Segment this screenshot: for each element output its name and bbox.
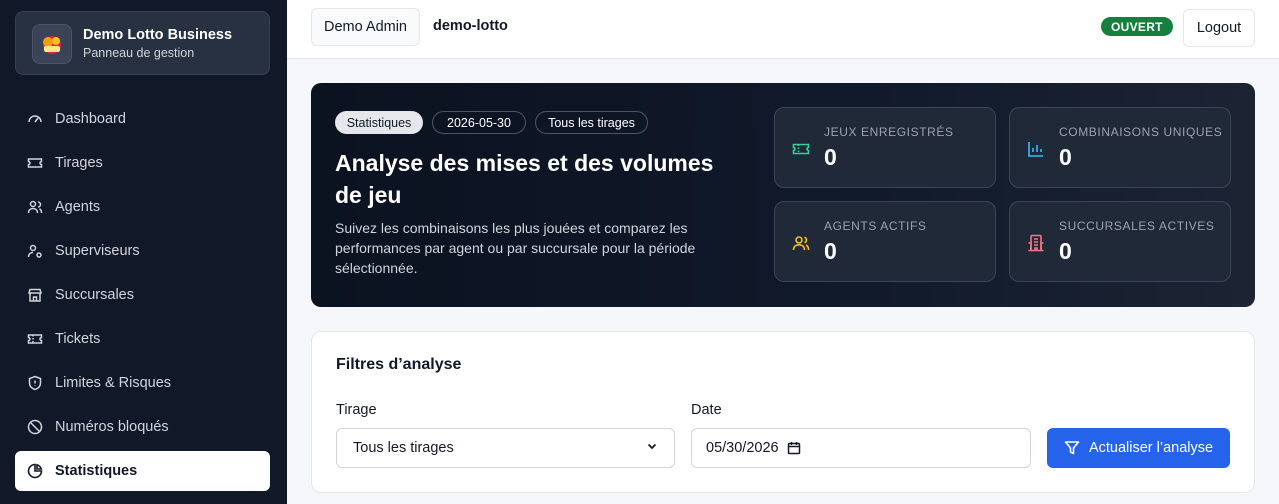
stat-value: 0 [1059, 144, 1072, 170]
stat-label: SUCCURSALES ACTIVES [1059, 219, 1215, 233]
page-description: Suivez les combinaisons les plus jouées … [335, 220, 696, 276]
ticket-icon [27, 331, 43, 347]
chevron-down-icon [646, 440, 658, 456]
pie-chart-icon [27, 463, 43, 479]
ban-icon [27, 419, 43, 435]
building-icon [1027, 234, 1045, 252]
stat-label: AGENTS ACTIFS [824, 219, 927, 233]
stat-value: 0 [1059, 238, 1072, 264]
brand-subtitle: Panneau de gestion [83, 46, 195, 60]
brand-title: Demo Lotto Business [83, 27, 233, 43]
sidebar-item-limites-risques[interactable]: Limites & Risques [15, 363, 270, 403]
brand-card[interactable]: Demo Lotto Business Panneau de gestion [15, 11, 270, 75]
sidebar-item-label: Numéros bloqués [55, 419, 169, 435]
stat-value: 0 [824, 144, 837, 170]
sidebar-item-label: Agents [55, 199, 101, 215]
refresh-analysis-button[interactable]: Actualiser l’analyse [1047, 428, 1230, 468]
sidebar-item-tickets[interactable]: Tickets [15, 319, 270, 359]
stat-card-succursales: SUCCURSALES ACTIVES 0 [1009, 201, 1231, 282]
pill-section: Statistiques [335, 111, 423, 134]
stat-label: COMBINAISONS UNIQUES [1059, 125, 1223, 139]
stats-hero: Statistiques 2026-05-30 Tous les tirages… [311, 83, 1255, 307]
date-input-value: 05/30/2026 [706, 440, 779, 456]
sidebar-item-label: Superviseurs [55, 243, 140, 259]
sidebar-item-statistiques[interactable]: Statistiques [15, 451, 270, 491]
sidebar-item-agents[interactable]: Agents [15, 187, 270, 227]
tirage-select-value: Tous les tirages [353, 440, 454, 456]
users-icon [792, 234, 810, 252]
calendar-icon[interactable] [787, 441, 801, 455]
tirage-label: Tirage [336, 402, 377, 418]
ticket-icon [792, 140, 810, 158]
sidebar-item-label: Dashboard [55, 111, 126, 127]
bar-chart-icon [1027, 140, 1045, 158]
brand-logo [32, 24, 72, 64]
stat-card-combinaisons: COMBINAISONS UNIQUES 0 [1009, 107, 1231, 188]
pill-tirage: Tous les tirages [535, 111, 648, 134]
sidebar-item-label: Limites & Risques [55, 375, 172, 391]
sidebar-item-tirages[interactable]: Tirages [15, 143, 270, 183]
sidebar-item-label: Tickets [55, 331, 101, 347]
store-icon [27, 287, 43, 303]
sidebar-item-dashboard[interactable]: Dashboard [15, 99, 270, 139]
admin-menu-button[interactable]: Demo Admin [311, 8, 420, 46]
filters-card: Filtres d’analyse Tirage Tous les tirage… [311, 331, 1255, 493]
sidebar: Demo Lotto Business Panneau de gestion D… [0, 0, 287, 504]
ticket-icon [27, 155, 43, 171]
stat-label: JEUX ENREGISTRÉS [824, 125, 954, 139]
tirage-select[interactable]: Tous les tirages [336, 428, 675, 468]
status-badge: OUVERT [1101, 17, 1173, 36]
sidebar-item-label: Statistiques [55, 463, 138, 479]
filters-title: Filtres d’analyse [336, 356, 462, 373]
stat-card-agents: AGENTS ACTIFS 0 [774, 201, 996, 282]
stat-card-jeux: JEUX ENREGISTRÉS 0 [774, 107, 996, 188]
stat-value: 0 [824, 238, 837, 264]
filter-icon [1064, 440, 1080, 456]
organization-name: demo-lotto [433, 18, 508, 34]
refresh-analysis-label: Actualiser l’analyse [1088, 440, 1214, 456]
date-label: Date [691, 402, 722, 418]
gauge-icon [27, 111, 43, 127]
sidebar-item-superviseurs[interactable]: Superviseurs [15, 231, 270, 271]
topbar: Demo Admin demo-lotto OUVERT Logout [287, 0, 1279, 59]
pill-date: 2026-05-30 [432, 111, 526, 134]
sidebar-item-numeros-bloques[interactable]: Numéros bloqués [15, 407, 270, 447]
users-icon [27, 199, 43, 215]
logout-button[interactable]: Logout [1183, 9, 1255, 47]
sidebar-item-label: Tirages [55, 155, 103, 171]
shield-icon [27, 375, 43, 391]
user-cog-icon [27, 243, 43, 259]
date-input[interactable]: 05/30/2026 [691, 428, 1031, 468]
sidebar-item-succursales[interactable]: Succursales [15, 275, 270, 315]
sidebar-item-label: Succursales [55, 287, 134, 303]
page-title: Analyse des mises et des volumes de jeu [335, 150, 714, 208]
